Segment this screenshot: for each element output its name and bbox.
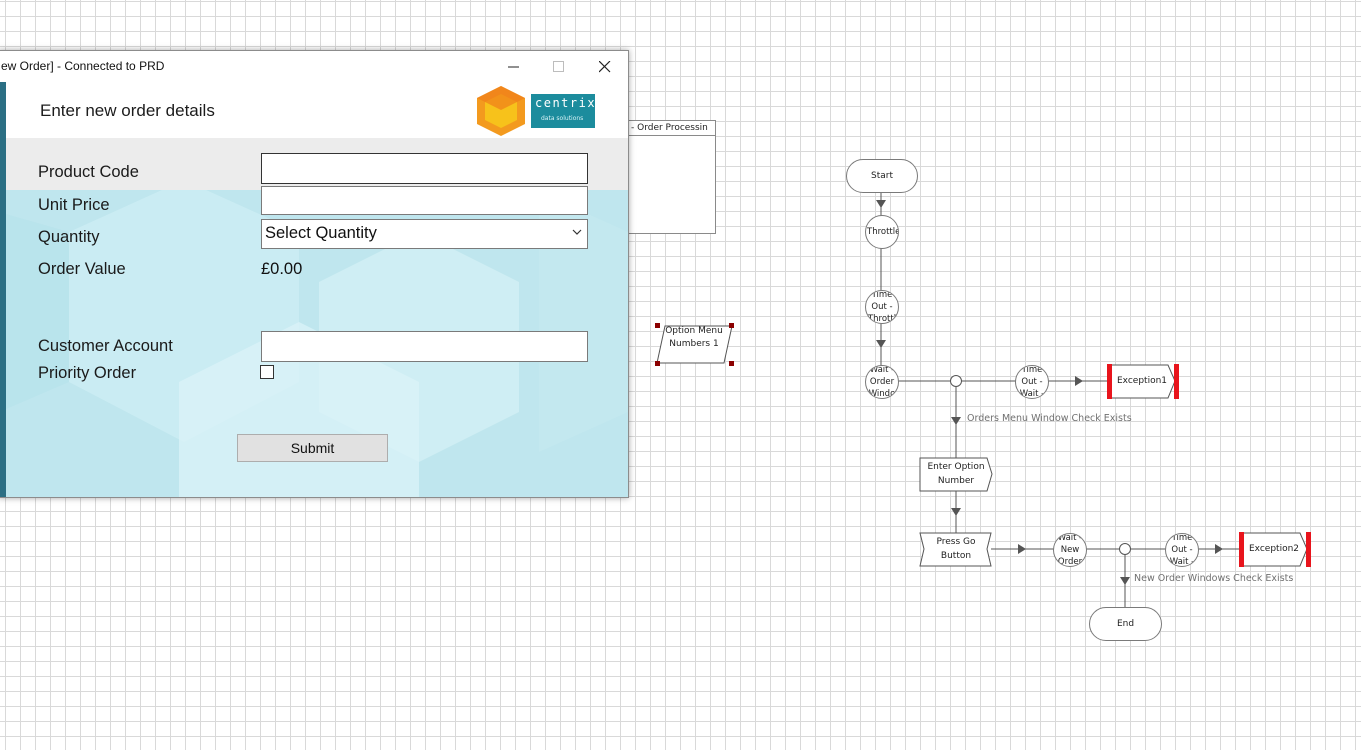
unit-price-input[interactable] — [261, 186, 588, 215]
order-value-amount: £0.00 — [261, 260, 303, 278]
centrix-logo: centrix data solutions — [473, 84, 598, 136]
throttle-node[interactable]: Throttle — [865, 215, 899, 249]
close-icon — [599, 61, 611, 73]
timeout-wait2-label: Time Out - Wait - — [1169, 533, 1195, 567]
timeout-wait2-node[interactable]: Time Out - Wait - — [1165, 533, 1199, 567]
minimize-button[interactable] — [491, 51, 537, 82]
priority-order-checkbox[interactable] — [260, 365, 274, 379]
timeout-wait1-node[interactable]: Time Out - Wait - — [1015, 365, 1049, 399]
maximize-button[interactable] — [536, 51, 582, 82]
form-client-area: Enter new order details centrix data sol… — [0, 82, 628, 497]
close-button[interactable] — [582, 51, 628, 82]
product-code-label: Product Code — [38, 163, 139, 181]
end-node[interactable]: End — [1089, 607, 1162, 641]
exception2-node[interactable]: Exception2 — [1244, 542, 1304, 556]
chevron-down-icon — [572, 229, 582, 235]
submit-button[interactable]: Submit — [237, 434, 388, 462]
orders-menu-check-label: Orders Menu Window Check Exists — [967, 413, 1132, 424]
quantity-select[interactable]: Select Quantity — [261, 219, 588, 249]
minimize-icon — [508, 66, 519, 68]
priority-order-label: Priority Order — [38, 364, 137, 382]
customer-account-label: Customer Account — [38, 337, 173, 355]
wait-order-window-label: Wait - Order Windo — [868, 365, 896, 399]
form-heading: Enter new order details — [40, 101, 215, 120]
enter-option-number-node[interactable]: Enter Option Number — [922, 460, 990, 488]
timeout-throttle-label: Time Out - Throttl — [867, 290, 897, 324]
maximize-icon — [553, 61, 564, 72]
wait-new-order-node[interactable]: Wait - New Order — [1053, 533, 1087, 567]
product-code-input[interactable] — [261, 153, 588, 184]
press-go-button-node[interactable]: Press Go Button — [924, 535, 988, 563]
new-order-check-label: New Order Windows Check Exists — [1134, 573, 1294, 584]
timeout-throttle-node[interactable]: Time Out - Throttl — [865, 290, 899, 324]
window-title: ew Order] - Connected to PRD — [1, 59, 165, 73]
quantity-selected-value: Select Quantity — [265, 224, 377, 242]
wait-new-order-label: Wait - New Order — [1057, 533, 1083, 567]
option-menu-numbers-node[interactable]: Option Menu Numbers 1 — [662, 325, 726, 351]
logo-word: centrix — [535, 96, 597, 110]
wait-order-window-node[interactable]: Wait - Order Windo — [865, 365, 899, 399]
throttle-label: Throttle — [867, 227, 899, 237]
order-value-label: Order Value — [38, 260, 126, 278]
start-node[interactable]: Start — [846, 159, 918, 193]
customer-account-input[interactable] — [261, 331, 588, 362]
accent-bar — [0, 82, 6, 497]
logo-subtitle: data solutions — [541, 115, 584, 122]
title-bar[interactable]: ew Order] - Connected to PRD — [0, 51, 628, 82]
exception1-node[interactable]: Exception1 — [1112, 374, 1172, 388]
timeout-wait1-label: Time Out - Wait - — [1019, 365, 1045, 399]
order-entry-window[interactable]: ew Order] - Connected to PRD Enter new o… — [0, 50, 629, 498]
logo-hexagon-icon — [477, 86, 525, 136]
unit-price-label: Unit Price — [38, 196, 110, 214]
quantity-label: Quantity — [38, 228, 100, 246]
